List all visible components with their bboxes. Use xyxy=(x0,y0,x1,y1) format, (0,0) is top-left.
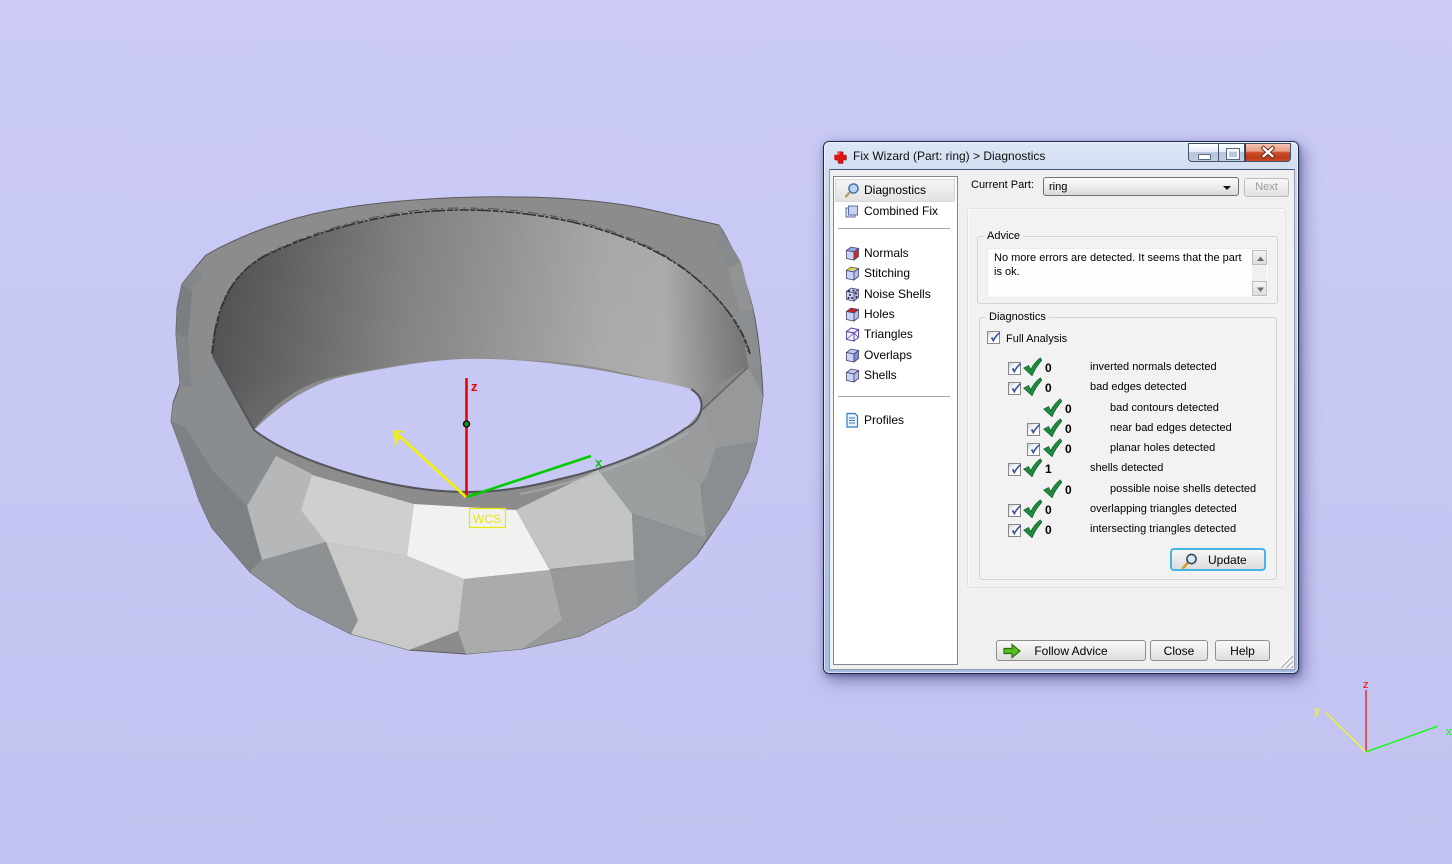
svg-text:WCS: WCS xyxy=(473,512,501,526)
svg-text:y: y xyxy=(1314,705,1320,717)
svg-text:y: y xyxy=(393,430,401,445)
svg-text:z: z xyxy=(471,379,478,394)
svg-text:z: z xyxy=(1363,679,1369,691)
svg-text:x: x xyxy=(1446,726,1452,738)
svg-text:x: x xyxy=(595,455,603,470)
